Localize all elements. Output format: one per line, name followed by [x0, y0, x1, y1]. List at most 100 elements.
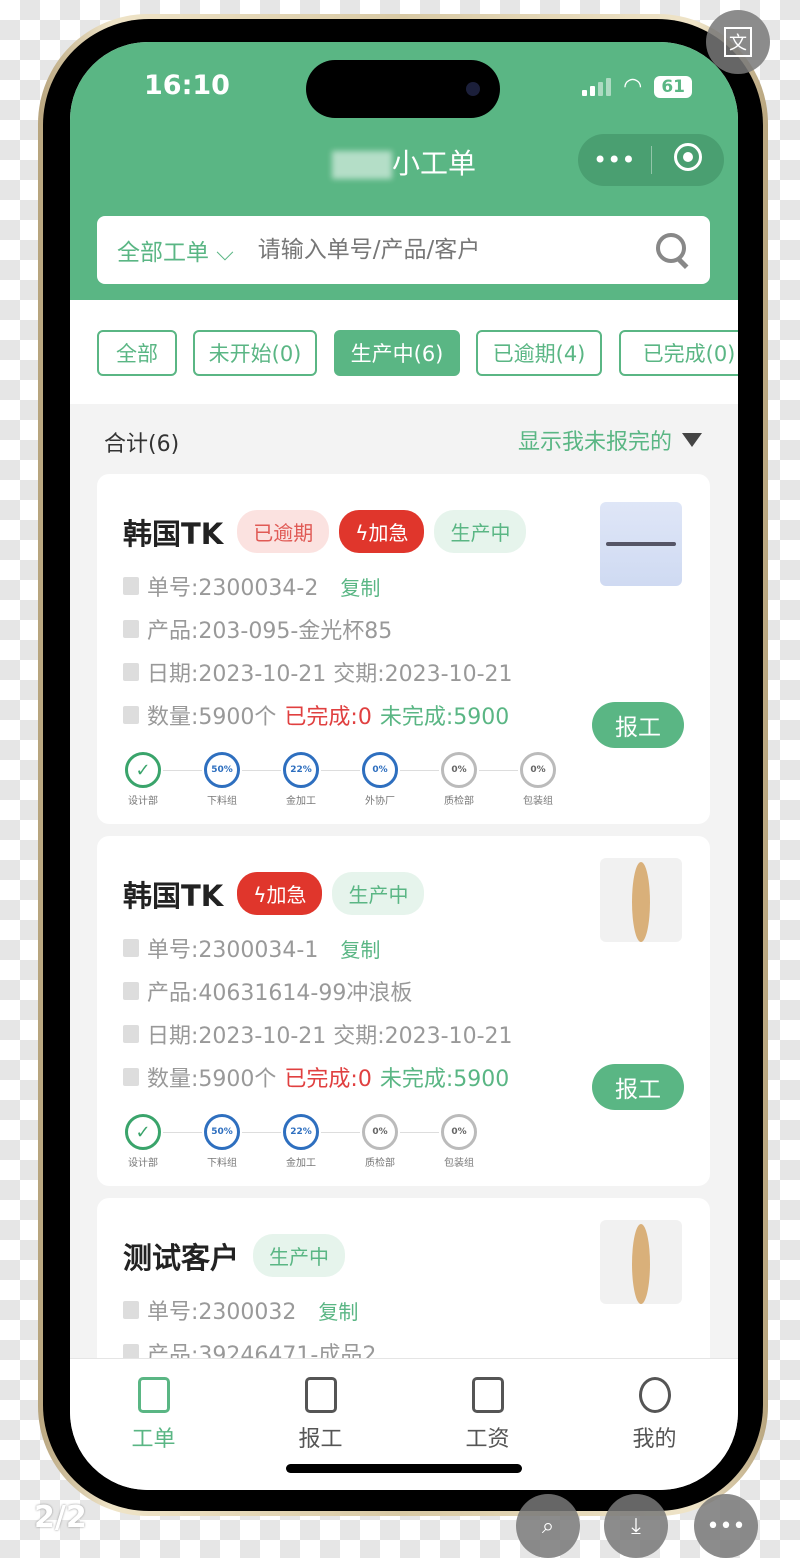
translate-button[interactable]: 文 — [706, 10, 770, 74]
info-row-order_no: 单号:2300034-1 复制 — [123, 932, 380, 964]
tab-4[interactable]: 已完成(0) — [619, 330, 738, 376]
copy-link[interactable]: 复制 — [340, 572, 380, 601]
info-row-dates: 日期:2023-10-21 交期:2023-10-21 — [123, 656, 513, 688]
check-icon: ✓ — [125, 1114, 161, 1150]
document-icon — [123, 939, 139, 957]
info-row-qty: 数量:5900个 已完成:0 未完成:5900 — [123, 699, 509, 731]
tab-1[interactable]: 未开始(0) — [193, 330, 317, 376]
user-icon — [638, 1377, 671, 1413]
product-image[interactable] — [600, 858, 682, 942]
more-button[interactable]: ••• — [694, 1494, 758, 1558]
process-step[interactable]: 50% 下料组 — [202, 752, 242, 807]
process-step[interactable]: 22% 金加工 — [281, 752, 321, 807]
download-button[interactable]: ⤓ — [604, 1494, 668, 1558]
product-image[interactable] — [600, 502, 682, 586]
document-icon — [123, 577, 139, 595]
dynamic-island — [306, 60, 500, 118]
order-card[interactable]: 韩国TK 已逾期 ϟ加急 生产中 单号:2300034-2 复制 产品:203-095-金光… — [97, 474, 710, 824]
process-step[interactable]: 0% 包装组 — [518, 752, 558, 807]
progress-circle: 0% — [520, 752, 556, 788]
process-step[interactable]: 0% 质检部 — [360, 1114, 400, 1169]
urgent-badge: ϟ加急 — [237, 872, 323, 915]
product-image[interactable] — [600, 1220, 682, 1304]
copy-link[interactable]: 复制 — [340, 934, 380, 963]
step-label: 包装组 — [523, 796, 553, 807]
close-target-button[interactable] — [652, 143, 725, 177]
process-step[interactable]: 50% 下料组 — [202, 1114, 242, 1169]
tabbar-label: 工资 — [465, 1427, 510, 1452]
step-label: 下料组 — [207, 1158, 237, 1169]
info-text: 数量:5900个 — [147, 1067, 277, 1092]
step-connector — [400, 770, 439, 771]
card-title-row: 韩国TK 已逾期 ϟ加急 生产中 — [123, 510, 527, 553]
remaining-count: 未完成:5900 — [379, 705, 510, 730]
completed-count: 已完成:0 — [284, 705, 372, 730]
app-title-text: 小工单 — [391, 147, 476, 180]
info-text: 数量:5900个 — [147, 705, 277, 730]
progress-circle: 22% — [283, 752, 319, 788]
order-card[interactable]: 韩国TK ϟ加急 生产中 单号:2300034-1 复制 产品:40631614-99冲浪… — [97, 836, 710, 1186]
step-connector — [163, 1132, 202, 1133]
app-header: 16:10 ◠ 61 小工单 ••• 全部工单 ⌵ — [70, 42, 738, 300]
home-indicator — [286, 1464, 522, 1473]
info-row-product: 产品:40631614-99冲浪板 — [123, 975, 412, 1007]
search-icon[interactable] — [656, 233, 690, 267]
tabbar-item-3[interactable]: 我的 — [571, 1359, 738, 1490]
info-text: 单号:2300032 — [147, 1300, 297, 1325]
tabbar-item-0[interactable]: 工单 — [70, 1359, 237, 1490]
process-step[interactable]: ✓ 设计部 — [123, 752, 163, 807]
step-connector — [321, 770, 360, 771]
process-steps: ✓ 设计部 50% 下料组 22% 金加工 0% 外协厂 0% 质检部 0% 包装组 — [123, 752, 558, 807]
prod-badge: 生产中 — [253, 1234, 346, 1277]
status-icons: ◠ 61 — [582, 74, 692, 99]
clipboard-icon — [137, 1377, 170, 1413]
process-step[interactable]: 0% 外协厂 — [360, 752, 400, 807]
more-dots-icon[interactable]: ••• — [578, 146, 651, 174]
remaining-count: 未完成:5900 — [379, 1067, 510, 1092]
scope-dropdown[interactable]: 全部工单 ⌵ — [117, 233, 234, 267]
process-step[interactable]: 0% 包装组 — [439, 1114, 479, 1169]
info-text: 日期:2023-10-21 交期:2023-10-21 — [147, 1024, 513, 1049]
progress-circle: 0% — [441, 752, 477, 788]
copy-link[interactable]: 复制 — [318, 1296, 358, 1325]
info-row-order_no: 单号:2300032 复制 — [123, 1294, 358, 1326]
wifi-icon: ◠ — [623, 74, 643, 99]
step-label: 外协厂 — [365, 796, 395, 807]
tab-2[interactable]: 生产中(6) — [334, 330, 460, 376]
search-input[interactable] — [257, 237, 656, 263]
process-step[interactable]: ✓ 设计部 — [123, 1114, 163, 1169]
tab-3[interactable]: 已逾期(4) — [476, 330, 602, 376]
total-count: 合计(6) — [104, 432, 180, 457]
report-button[interactable]: 报工 — [592, 1064, 684, 1110]
calendar-icon — [123, 663, 139, 681]
process-step[interactable]: 22% 金加工 — [281, 1114, 321, 1169]
card-title-row: 测试客户 生产中 — [123, 1234, 346, 1277]
unreported-filter[interactable]: 显示我未报完的 — [518, 424, 702, 456]
step-label: 质检部 — [444, 796, 474, 807]
info-text: 产品:40631614-99冲浪板 — [147, 981, 413, 1006]
progress-circle: 0% — [362, 752, 398, 788]
progress-circle: 0% — [441, 1114, 477, 1150]
process-step[interactable]: 0% 质检部 — [439, 752, 479, 807]
step-label: 设计部 — [128, 1158, 158, 1169]
step-label: 质检部 — [365, 1158, 395, 1169]
step-connector — [400, 1132, 439, 1133]
step-label: 下料组 — [207, 796, 237, 807]
briefcase-icon — [471, 1377, 504, 1413]
pie-icon — [123, 1068, 139, 1086]
step-label: 设计部 — [128, 796, 158, 807]
image-search-button[interactable]: ⌕ — [516, 1494, 580, 1558]
info-text: 产品:203-095-金光杯85 — [147, 619, 393, 644]
report-button[interactable]: 报工 — [592, 702, 684, 748]
info-row-qty: 数量:5900个 已完成:0 未完成:5900 — [123, 1061, 509, 1093]
tab-0[interactable]: 全部 — [97, 330, 177, 376]
battery-icon: 61 — [654, 75, 692, 98]
overdue-badge: 已逾期 — [237, 510, 330, 553]
tabbar-label: 我的 — [632, 1427, 677, 1452]
prod-badge: 生产中 — [332, 872, 425, 915]
progress-circle: 22% — [283, 1114, 319, 1150]
customer-name: 韩国TK — [123, 516, 224, 551]
completed-count: 已完成:0 — [284, 1067, 372, 1092]
check-icon: ✓ — [125, 752, 161, 788]
info-text: 单号:2300034-1 — [147, 938, 319, 963]
